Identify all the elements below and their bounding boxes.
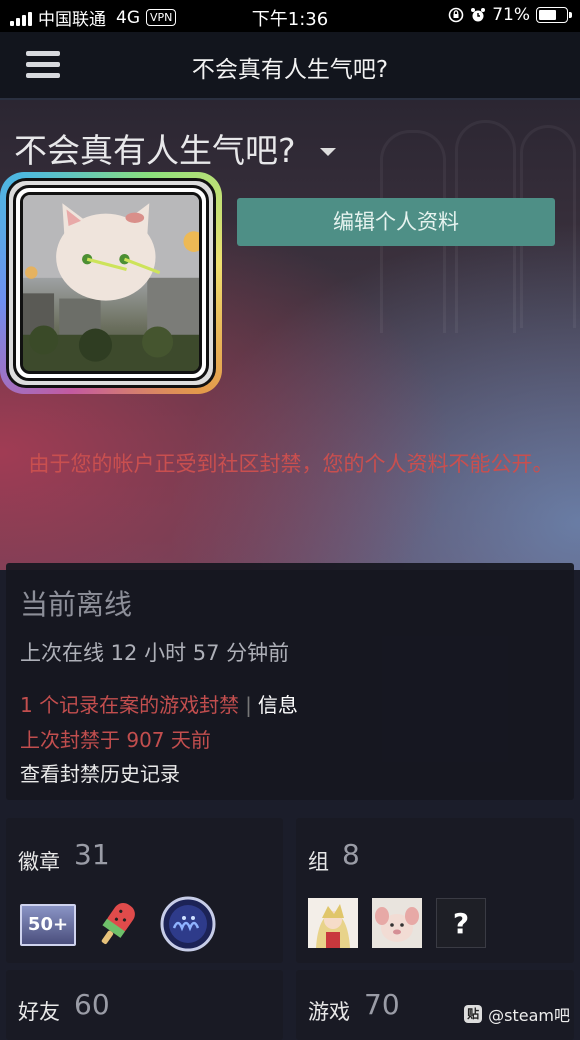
avatar-frame	[0, 172, 222, 394]
profile-header: 不会真有人生气吧? 编辑个人资料 由于您的帐户正受到社区封禁，您的个人资料不能公…	[0, 100, 580, 570]
page-title: 不会真有人生气吧?	[191, 57, 389, 83]
avatar-image	[23, 195, 199, 371]
ban-history-link[interactable]: 查看封禁历史记录	[20, 758, 180, 787]
game-ban-text: 1 个记录在案的游戏封禁	[20, 693, 240, 717]
friends-label: 好友	[18, 1000, 60, 1024]
caret-down-icon[interactable]	[319, 148, 336, 156]
groups-count: 8	[342, 838, 360, 871]
battery-icon	[536, 7, 572, 23]
ban-notice: 由于您的帐户正受到社区封禁，您的个人资料不能公开。	[28, 452, 554, 476]
avatar-frame-ring-inner	[13, 185, 209, 381]
battery-fill	[539, 10, 556, 20]
octopus-badge-icon[interactable]	[160, 896, 216, 952]
avatar-frame-ring	[6, 178, 216, 388]
alarm-icon	[471, 8, 486, 22]
group-avatar[interactable]	[372, 898, 422, 948]
status-panel: 当前离线 上次在线 12 小时 57 分钟前 1 个记录在案的游戏封禁 | 信息 上…	[6, 563, 574, 800]
groups-label: 组	[308, 850, 329, 874]
tieba-icon: 贴	[464, 1005, 483, 1023]
battery-percent: 71%	[492, 5, 530, 25]
last-ban-text: 上次封禁于 907 天前	[20, 728, 211, 752]
persona-name: 不会真有人生气吧?	[14, 131, 296, 170]
group-avatar[interactable]	[308, 898, 358, 948]
game-ban-line: 1 个记录在案的游戏封禁 | 信息	[20, 689, 298, 718]
persona-name-dropdown[interactable]: 不会真有人生气吧?	[14, 124, 336, 172]
separator: |	[245, 693, 252, 717]
groups-tile[interactable]: 组 8 ?	[296, 818, 574, 963]
watermark-text: @steam吧	[488, 1006, 570, 1025]
badges-label: 徽章	[18, 850, 60, 874]
popsicle-badge-icon[interactable]	[92, 898, 144, 950]
app-header: 不会真有人生气吧?	[0, 32, 580, 100]
status-right: 71%	[448, 5, 572, 25]
friends-count: 60	[74, 988, 110, 1021]
rotation-lock-icon	[448, 7, 464, 23]
friends-tile[interactable]: 好友 60	[6, 970, 283, 1040]
games-count: 70	[364, 988, 400, 1021]
badge-50-plus[interactable]: 50+	[20, 904, 76, 946]
watermark: 贴 @steam吧	[464, 1002, 570, 1026]
status-bar: 中国联通 4G VPN 下午1:36 71%	[0, 0, 580, 32]
edit-profile-button[interactable]: 编辑个人资料	[237, 198, 555, 246]
games-label: 游戏	[308, 1000, 350, 1024]
ban-info-link[interactable]: 信息	[258, 693, 298, 717]
group-placeholder-avatar[interactable]: ?	[436, 898, 486, 948]
last-online-text: 上次在线 12 小时 57 分钟前	[20, 641, 290, 665]
avatar[interactable]	[20, 192, 202, 374]
online-status: 当前离线	[20, 588, 133, 621]
badges-tile[interactable]: 徽章 31 50+	[6, 818, 283, 963]
badges-count: 31	[74, 838, 110, 871]
